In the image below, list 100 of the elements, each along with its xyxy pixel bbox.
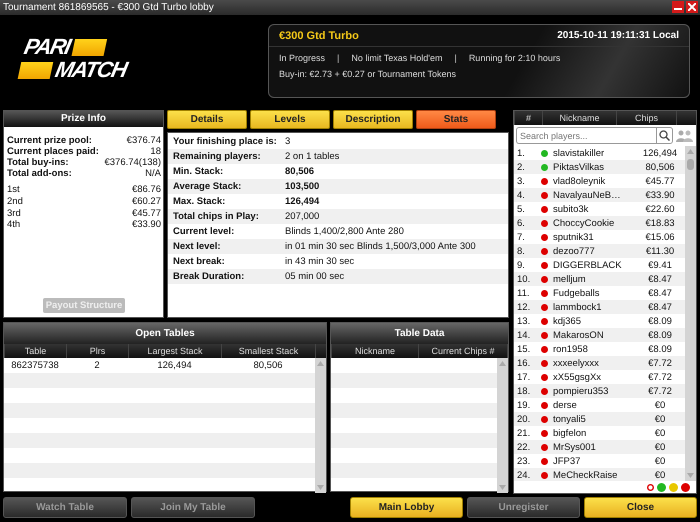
action-button[interactable]: Main Lobby xyxy=(350,497,463,518)
tab[interactable]: Details xyxy=(167,110,247,130)
scroll-up-icon[interactable] xyxy=(687,149,694,154)
player-chips: €0 xyxy=(635,470,685,481)
rank-number: 8. xyxy=(516,246,526,257)
stat-label: Min. Stack: xyxy=(173,166,224,178)
scroll-down-icon[interactable] xyxy=(317,485,324,490)
rank-number: 5. xyxy=(516,204,526,215)
player-chips: €11.30 xyxy=(635,246,685,257)
player-row[interactable]: 5. subito3k €22.60 xyxy=(514,202,685,216)
tab[interactable]: Levels xyxy=(250,110,330,130)
stat-label: Current level: xyxy=(173,226,236,238)
player-nickname: melljum xyxy=(553,274,587,285)
player-chips: €22.60 xyxy=(635,204,685,215)
rank-number: 23. xyxy=(516,456,532,467)
table-row[interactable]: 862375738 2 126,494 80,506 xyxy=(4,358,315,374)
player-chips: €0 xyxy=(635,428,685,439)
prize-value: N/A xyxy=(145,168,161,180)
player-row[interactable]: 21. bigfelon €0 xyxy=(514,426,685,440)
search-field[interactable]: Search players... xyxy=(516,127,656,144)
panel-header: Open Tables xyxy=(4,323,326,344)
player-row[interactable]: 19. derse €0 xyxy=(514,398,685,412)
player-nickname: slavistakiller xyxy=(553,148,606,159)
player-row[interactable]: 4. NavalyauNeB… €33.90 xyxy=(514,188,685,202)
player-row[interactable]: 12. lammbock1 €8.47 xyxy=(514,300,685,314)
scroll-up-icon[interactable] xyxy=(317,361,324,366)
rank-number: 17. xyxy=(516,372,532,383)
scrollbar[interactable] xyxy=(315,358,326,494)
player-chips: €33.90 xyxy=(635,190,685,201)
player-row[interactable]: 16. xxxeelyxxx €7.72 xyxy=(514,356,685,370)
running-time: Running for 2:10 hours xyxy=(468,52,560,63)
logo-text: PARI xyxy=(22,36,72,58)
tab[interactable]: Stats xyxy=(416,110,496,130)
player-row[interactable]: 22. MrSys001 €0 xyxy=(514,440,685,454)
stat-label: Your finishing place is: xyxy=(173,136,278,148)
player-row[interactable]: 13. kdj365 €8.09 xyxy=(514,314,685,328)
tournament-name: €300 Gtd Turbo xyxy=(279,30,359,42)
scrollbar[interactable] xyxy=(497,358,508,494)
scroll-up-icon[interactable] xyxy=(499,361,506,366)
scroll-down-icon[interactable] xyxy=(499,485,506,490)
player-chips: €0 xyxy=(635,456,685,467)
player-nickname: lammbock1 xyxy=(553,302,603,313)
player-row[interactable]: 9. DIGGERBLACK €9.41 xyxy=(514,258,685,272)
player-nickname: PiktasVilkas xyxy=(553,162,606,173)
column-header[interactable]: Nickname xyxy=(331,344,418,358)
status-text: In Progress xyxy=(279,52,326,63)
player-row[interactable]: 18. pompieru353 €7.72 xyxy=(514,384,685,398)
table-cell-text: 862375738 xyxy=(10,360,60,372)
scroll-down-icon[interactable] xyxy=(687,473,694,478)
player-row[interactable]: 2. PiktasVilkas 80,506 xyxy=(514,160,685,174)
stat-value: 2 on 1 tables xyxy=(285,151,340,162)
tab[interactable]: Description xyxy=(333,110,413,130)
player-nickname: tonyali5 xyxy=(553,414,587,425)
player-row[interactable]: 20. tonyali5 €0 xyxy=(514,412,685,426)
stat-label: Next break: xyxy=(173,256,226,268)
scrollbar[interactable] xyxy=(685,146,696,482)
player-chips: €0 xyxy=(635,414,685,425)
scroll-thumb[interactable] xyxy=(687,159,694,170)
stat-value: 126,494 xyxy=(285,196,320,208)
minimize-button[interactable] xyxy=(672,1,684,14)
place-label: 4th xyxy=(7,219,20,232)
player-chips: 80,506 xyxy=(635,162,685,173)
rank-number: 15. xyxy=(516,344,532,355)
player-row[interactable]: 6. ChoccyCookie €18.83 xyxy=(514,216,685,230)
place-amount: €33.90 xyxy=(132,219,161,232)
player-nickname: derse xyxy=(553,400,578,411)
stat-value: in 43 min 30 sec xyxy=(285,256,354,268)
panel-header: Table Data xyxy=(331,323,508,344)
rank-number: 22. xyxy=(516,442,532,453)
prize-value: 18 xyxy=(150,146,161,158)
column-header[interactable]: Table xyxy=(4,344,66,358)
player-row[interactable]: 14. MakarosON €8.09 xyxy=(514,328,685,342)
column-header[interactable]: Smallest Stack xyxy=(221,344,315,358)
player-row[interactable]: 23. JFP37 €0 xyxy=(514,454,685,468)
rank-number: 10. xyxy=(516,274,532,285)
column-header[interactable]: Plrs xyxy=(66,344,128,358)
legend-dot-icon xyxy=(669,482,678,492)
player-row[interactable]: 10. melljum €8.47 xyxy=(514,272,685,286)
player-row[interactable]: 7. sputnik31 €15.06 xyxy=(514,230,685,244)
player-chips: €7.72 xyxy=(635,358,685,369)
player-row[interactable]: 17. xX55gsgXx €7.72 xyxy=(514,370,685,384)
player-row[interactable]: 11. Fudgeballs €8.47 xyxy=(514,286,685,300)
player-nickname: subito3k xyxy=(553,204,590,215)
stat-label: Average Stack: xyxy=(173,181,242,192)
player-nickname: xxxeelyxxx xyxy=(553,358,600,369)
stat-value: 80,506 xyxy=(285,166,314,178)
player-chips: €9.41 xyxy=(635,260,685,271)
player-chips: 126,494 xyxy=(635,148,685,159)
player-row[interactable]: 24. MeCheckRaise €0 xyxy=(514,468,685,482)
rank-number: 9. xyxy=(516,260,526,271)
player-row[interactable]: 8. dezoo777 €11.30 xyxy=(514,244,685,258)
action-button[interactable]: Close xyxy=(584,497,697,518)
player-row[interactable]: 15. ron1958 €8.09 xyxy=(514,342,685,356)
player-chips: €8.47 xyxy=(635,274,685,285)
rank-number: 24. xyxy=(516,470,532,481)
column-header[interactable]: Largest Stack xyxy=(128,344,221,358)
search-icon[interactable] xyxy=(656,127,673,144)
close-button[interactable] xyxy=(686,1,698,14)
player-row[interactable]: 3. vlad8oleynik €45.77 xyxy=(514,174,685,188)
player-row[interactable]: 1. slavistakiller 126,494 xyxy=(514,146,685,160)
